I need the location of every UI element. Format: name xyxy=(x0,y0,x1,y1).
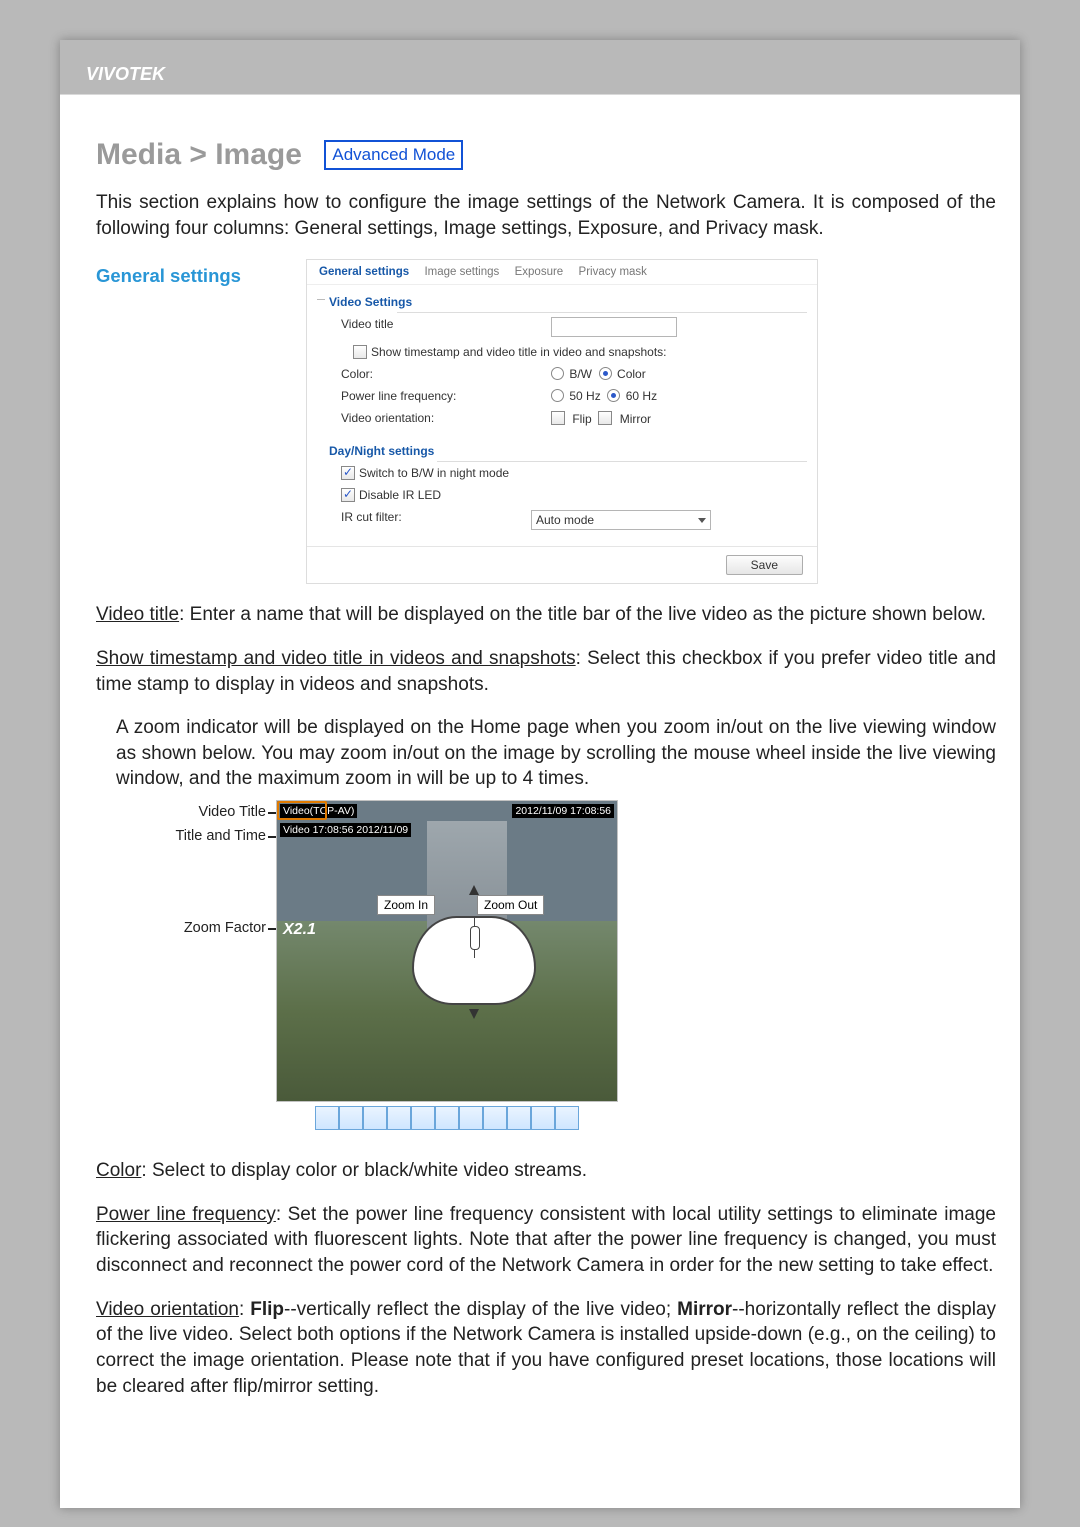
switch-bw-checkbox[interactable] xyxy=(341,466,355,480)
ir-cut-select[interactable]: Auto mode xyxy=(531,510,711,530)
mouse-icon xyxy=(412,916,536,1005)
tool-mic-icon[interactable] xyxy=(531,1106,555,1130)
color-term: Color xyxy=(96,1160,141,1181)
header-bar: VIVOTEK xyxy=(60,58,1020,94)
show-ts-term: Show timestamp and video title in videos… xyxy=(96,648,576,669)
video-title-term: Video title xyxy=(96,604,179,625)
show-ts-paragraph: Show timestamp and video title in videos… xyxy=(96,646,996,697)
content-area: Media > Image Advanced Mode This section… xyxy=(96,138,996,1399)
settings-panel: General settings Image settings Exposure… xyxy=(306,259,818,584)
brand-text: VIVOTEK xyxy=(86,64,165,85)
switch-bw-label: Switch to B/W in night mode xyxy=(359,466,509,480)
mirror-bold: Mirror xyxy=(677,1299,732,1320)
tab-general[interactable]: General settings xyxy=(313,264,415,280)
show-timestamp-label: Show timestamp and video title in video … xyxy=(371,345,667,359)
live-toolbar xyxy=(277,1106,617,1135)
live-preview: Video(TCP-AV) 2012/11/09 17:08:56 Video … xyxy=(276,800,618,1102)
intro-paragraph: This section explains how to configure t… xyxy=(96,190,996,241)
tab-image[interactable]: Image settings xyxy=(418,264,505,280)
tool-volume-icon[interactable] xyxy=(459,1106,483,1130)
label-zoom-factor: Zoom Factor xyxy=(116,920,266,936)
orientation-term: Video orientation xyxy=(96,1299,239,1320)
flip-bold: Flip xyxy=(250,1299,284,1320)
video-title-label: Video title xyxy=(341,317,551,337)
arrow-up-icon xyxy=(469,885,479,895)
flip-text: Flip xyxy=(572,412,591,426)
mirror-checkbox[interactable] xyxy=(598,411,612,425)
settings-tabs: General settings Image settings Exposure… xyxy=(307,260,817,285)
tool-mute-icon[interactable] xyxy=(483,1106,507,1130)
tool-zoom-icon[interactable] xyxy=(339,1106,363,1130)
orientation-label: Video orientation: xyxy=(341,411,551,426)
hz50-text: 50 Hz xyxy=(569,389,600,403)
flip-checkbox[interactable] xyxy=(551,411,565,425)
label-video-title: Video Title xyxy=(116,804,266,820)
bw-text: B/W xyxy=(569,367,592,381)
ir-cut-label: IR cut filter: xyxy=(341,510,531,530)
general-settings-heading: General settings xyxy=(96,259,306,287)
arrow-down-icon xyxy=(469,1009,479,1019)
tab-privacy[interactable]: Privacy mask xyxy=(573,264,653,280)
disable-ir-label: Disable IR LED xyxy=(359,488,441,502)
plf-60-radio[interactable] xyxy=(607,389,620,402)
video-title-input[interactable] xyxy=(551,317,677,337)
color-paragraph: Color: Select to display color or black/… xyxy=(96,1158,996,1184)
video-settings-legend: Video Settings xyxy=(307,289,817,309)
orient-colon: : xyxy=(239,1299,250,1320)
save-button[interactable]: Save xyxy=(726,555,803,575)
plf-50-radio[interactable] xyxy=(551,389,564,402)
orient-m1: --vertically reflect the display of the … xyxy=(284,1299,677,1320)
tool-upload-icon[interactable] xyxy=(507,1106,531,1130)
page: VIVOTEK Media > Image Advanced Mode This… xyxy=(60,40,1020,1508)
zoom-in-label: Zoom In xyxy=(377,895,435,915)
disable-ir-checkbox[interactable] xyxy=(341,488,355,502)
tool-image-icon[interactable] xyxy=(435,1106,459,1130)
plf-term: Power line frequency xyxy=(96,1204,276,1225)
orientation-paragraph: Video orientation: Flip--vertically refl… xyxy=(96,1297,996,1400)
zoom-out-label: Zoom Out xyxy=(477,895,544,915)
tool-record-icon[interactable] xyxy=(411,1106,435,1130)
overlay-zoom-factor: X2.1 xyxy=(283,921,316,939)
hz60-text: 60 Hz xyxy=(626,389,657,403)
mirror-text: Mirror xyxy=(620,412,651,426)
overlay-timestamp: 2012/11/09 17:08:56 xyxy=(512,804,614,818)
video-title-highlight xyxy=(277,801,327,820)
color-label: Color: xyxy=(341,367,551,381)
color-text: Color xyxy=(617,367,646,381)
daynight-legend: Day/Night settings xyxy=(307,438,817,458)
label-title-time: Title and Time xyxy=(116,828,266,844)
zoom-paragraph: A zoom indicator will be displayed on th… xyxy=(116,715,996,792)
advanced-mode-badge: Advanced Mode xyxy=(324,140,463,170)
tool-snapshot-icon[interactable] xyxy=(315,1106,339,1130)
overlay-title-time: Video 17:08:56 2012/11/09 xyxy=(280,823,411,837)
color-bw-radio[interactable] xyxy=(551,367,564,380)
plf-paragraph: Power line frequency: Set the power line… xyxy=(96,1202,996,1279)
show-timestamp-checkbox[interactable] xyxy=(353,345,367,359)
page-title: Media > Image xyxy=(96,138,302,172)
tool-fullscreen-icon[interactable] xyxy=(555,1106,579,1130)
page-footer: 46 - User's Manual xyxy=(96,1472,213,1488)
color-color-radio[interactable] xyxy=(599,367,612,380)
tool-pause-icon[interactable] xyxy=(363,1106,387,1130)
plf-label: Power line frequency: xyxy=(341,389,551,403)
tab-exposure[interactable]: Exposure xyxy=(509,264,570,280)
video-title-paragraph: Video title: Enter a name that will be d… xyxy=(96,602,996,628)
tool-stop-icon[interactable] xyxy=(387,1106,411,1130)
